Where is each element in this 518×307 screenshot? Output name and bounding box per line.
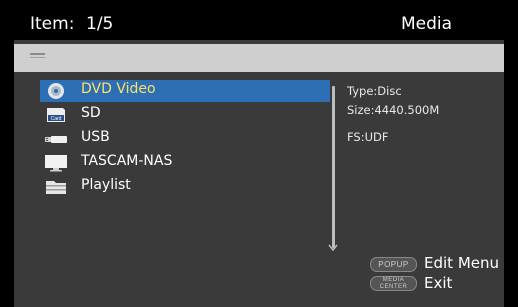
usb-drive-icon	[45, 136, 67, 143]
media-screen: Item: 1/5 Media DVD Video Card SD USB TA…	[14, 8, 504, 307]
popup-key[interactable]: POPUP	[370, 257, 417, 272]
media-item-tascam-nas[interactable]: TASCAM-NAS	[40, 152, 330, 174]
media-item-label: Playlist	[81, 177, 131, 193]
media-item-label: TASCAM-NAS	[81, 153, 173, 169]
media-item-label: DVD Video	[81, 81, 156, 97]
media-item-sd[interactable]: Card SD	[40, 104, 330, 126]
header-bar: Item: 1/5 Media	[14, 8, 504, 40]
media-key-line2: CENTER	[379, 283, 408, 290]
disc-icon	[48, 83, 64, 99]
item-counter: 1/5	[86, 14, 114, 34]
scrollbar[interactable]	[332, 86, 335, 248]
media-item-usb[interactable]: USB	[40, 128, 330, 150]
info-type: Type:Disc	[347, 84, 402, 98]
folder-up-icon[interactable]	[30, 52, 46, 60]
svg-text:Card: Card	[51, 116, 62, 122]
path-bar	[14, 44, 504, 72]
media-item-label: USB	[81, 129, 110, 145]
media-item-dvd-video[interactable]: DVD Video	[40, 80, 330, 102]
scroll-down-icon	[328, 244, 338, 252]
page-title: Media	[400, 14, 452, 34]
media-key-line1: MEDIA	[382, 277, 405, 283]
edit-menu-label: Edit Menu	[424, 254, 499, 272]
exit-label: Exit	[424, 274, 453, 292]
network-storage-icon	[45, 155, 67, 172]
media-center-key[interactable]: MEDIA CENTER	[370, 276, 417, 291]
sd-card-icon: Card	[47, 108, 65, 122]
media-item-playlist[interactable]: Playlist	[40, 176, 330, 198]
item-label: Item:	[30, 14, 75, 34]
info-filesystem: FS:UDF	[347, 130, 389, 144]
info-size: Size:4440.500M	[347, 103, 440, 117]
media-item-label: SD	[81, 105, 101, 121]
playlist-icon	[46, 181, 66, 194]
